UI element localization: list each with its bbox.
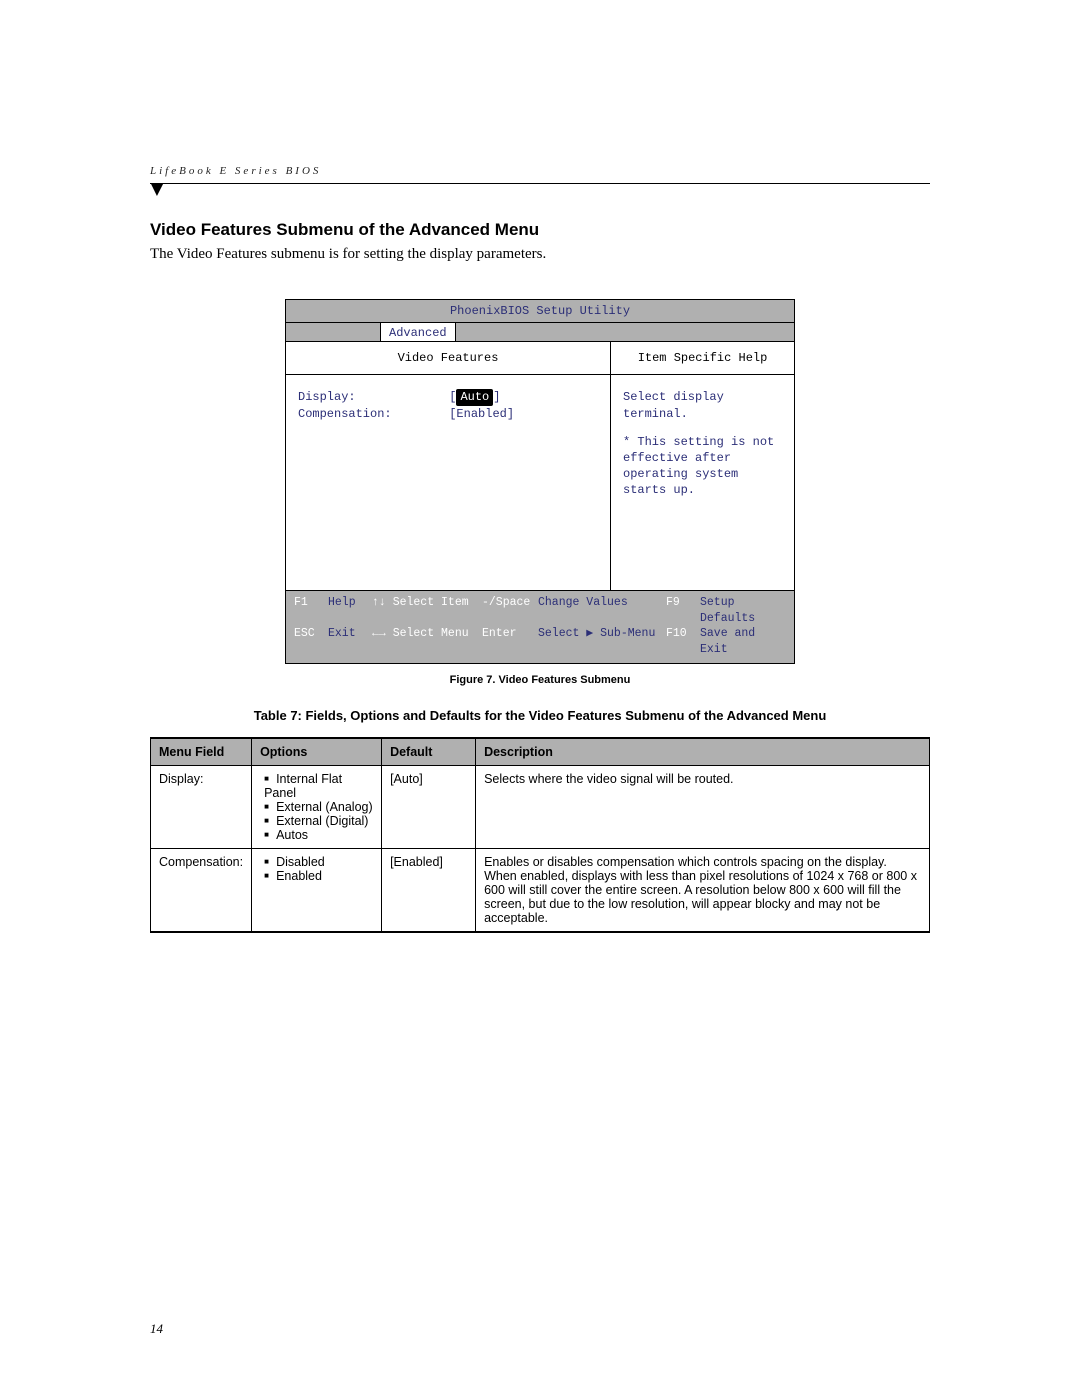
table-row: Display: Internal Flat Panel External (A… xyxy=(151,766,930,849)
bios-help-line: effective after xyxy=(623,450,782,466)
option-item: External (Digital) xyxy=(264,814,373,828)
bios-settings-panel: Display: [Auto] Compensation: [Enabled] xyxy=(286,375,611,590)
bios-key: Enter xyxy=(482,626,538,657)
cell-description: Selects where the video signal will be r… xyxy=(476,766,930,849)
intro-paragraph: The Video Features submenu is for settin… xyxy=(150,246,930,263)
bios-active-tab: Advanced xyxy=(380,323,456,341)
fields-table: Menu Field Options Default Description D… xyxy=(150,737,930,933)
bios-key: F10 xyxy=(666,626,700,657)
bios-key-label: Change Values xyxy=(538,595,666,626)
table-caption: Table 7: Fields, Options and Defaults fo… xyxy=(150,708,930,723)
bios-help-line: operating system xyxy=(623,466,782,482)
bios-screenshot: PhoenixBIOS Setup Utility Advanced Video… xyxy=(285,299,795,664)
cell-menu-field: Display: xyxy=(151,766,252,849)
bios-help-title: Item Specific Help xyxy=(611,342,794,374)
th-menu-field: Menu Field xyxy=(151,738,252,766)
bios-display-value: Auto xyxy=(456,389,493,405)
cell-default: [Auto] xyxy=(382,766,476,849)
bios-footer: F1 Help ↑↓ Select Item -/Space Change Va… xyxy=(286,591,794,663)
option-item: Disabled xyxy=(264,855,373,869)
bios-submenu-title: Video Features xyxy=(286,342,611,374)
bios-key: F1 xyxy=(294,595,328,626)
page-number: 14 xyxy=(150,1321,163,1337)
option-item: External (Analog) xyxy=(264,800,373,814)
th-default: Default xyxy=(382,738,476,766)
cell-description: Enables or disables compensation which c… xyxy=(476,849,930,933)
bios-key-hint: ↑↓ Select Item xyxy=(372,595,482,626)
running-head: LifeBook E Series BIOS xyxy=(150,165,930,184)
bios-key-label: Exit xyxy=(328,626,372,657)
table-row: Compensation: Disabled Enabled [Enabled]… xyxy=(151,849,930,933)
bios-compensation-label: Compensation: xyxy=(298,407,392,421)
bios-help-line: Select display terminal. xyxy=(623,389,782,421)
bios-key-label: Select ▶ Sub-Menu xyxy=(538,626,666,657)
corner-ornament xyxy=(149,184,163,196)
cell-options: Internal Flat Panel External (Analog) Ex… xyxy=(252,766,382,849)
bios-key: -/Space xyxy=(482,595,538,626)
option-item: Autos xyxy=(264,828,373,842)
bios-title: PhoenixBIOS Setup Utility xyxy=(286,300,794,323)
bios-help-line: * This setting is not xyxy=(623,434,782,450)
option-item: Enabled xyxy=(264,869,373,883)
bios-key-label: Setup Defaults xyxy=(700,595,786,626)
bios-key: F9 xyxy=(666,595,700,626)
bios-help-line: starts up. xyxy=(623,482,782,498)
figure-caption: Figure 7. Video Features Submenu xyxy=(150,674,930,686)
bios-key-label: Save and Exit xyxy=(700,626,786,657)
bios-compensation-value: [Enabled] xyxy=(449,406,514,422)
bios-display-label: Display: xyxy=(298,390,356,404)
bios-help-panel: Select display terminal. * This setting … xyxy=(611,375,794,590)
bios-key-label: Help xyxy=(328,595,372,626)
page: LifeBook E Series BIOS Video Features Su… xyxy=(0,0,1080,1397)
th-description: Description xyxy=(476,738,930,766)
section-title: Video Features Submenu of the Advanced M… xyxy=(150,220,930,240)
bios-key-hint: ←→ Select Menu xyxy=(372,626,482,657)
th-options: Options xyxy=(252,738,382,766)
option-item: Internal Flat Panel xyxy=(264,772,373,800)
cell-menu-field: Compensation: xyxy=(151,849,252,933)
cell-default: [Enabled] xyxy=(382,849,476,933)
bios-menubar: Advanced xyxy=(286,323,794,342)
cell-options: Disabled Enabled xyxy=(252,849,382,933)
bios-key: ESC xyxy=(294,626,328,657)
